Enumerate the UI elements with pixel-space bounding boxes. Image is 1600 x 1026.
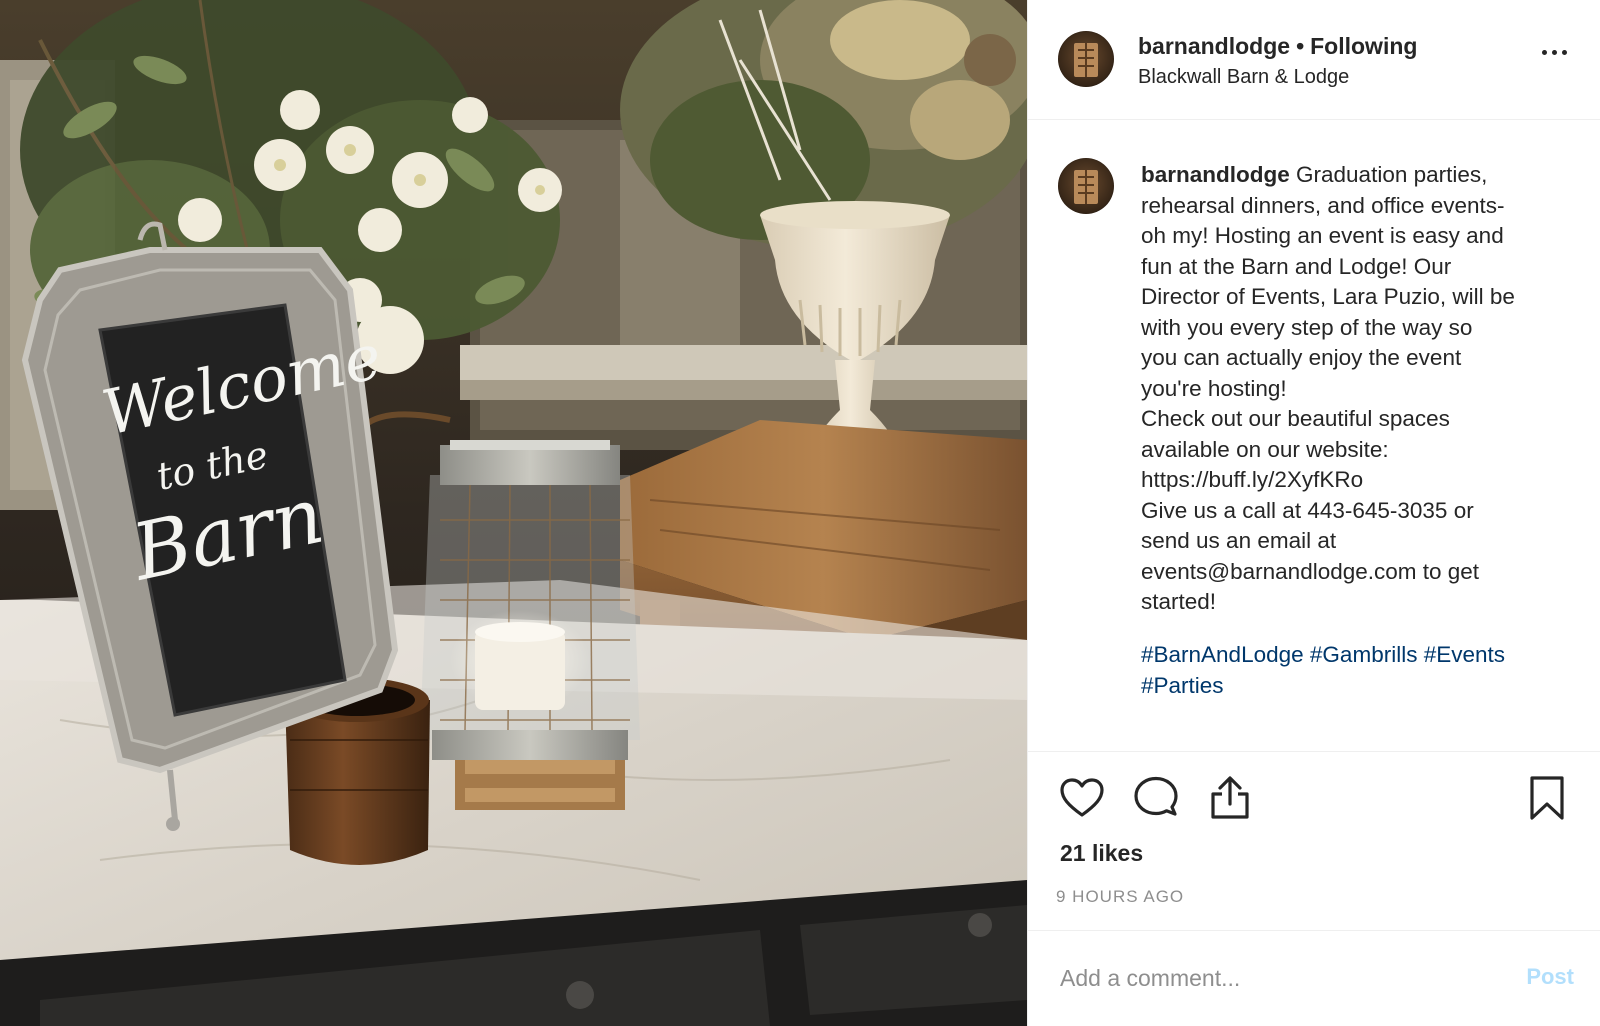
share-icon[interactable]	[1206, 774, 1254, 822]
comment-bar: Post	[1028, 930, 1600, 1026]
post-comment-button[interactable]: Post	[1526, 964, 1574, 990]
bookmark-icon[interactable]	[1523, 774, 1571, 822]
caption-text: barnandlodge Graduation parties, rehears…	[1141, 160, 1561, 618]
comment-icon[interactable]	[1132, 774, 1180, 822]
caption-avatar[interactable]	[1058, 158, 1114, 214]
hashtag-link[interactable]: #Events	[1424, 642, 1505, 667]
hashtag-link[interactable]: #Parties	[1141, 673, 1224, 698]
more-options-icon[interactable]	[1542, 40, 1572, 64]
heart-icon[interactable]	[1058, 774, 1106, 822]
following-button[interactable]: Following	[1310, 33, 1417, 59]
photo-illustration: Welcome to the Barn	[0, 0, 1027, 1026]
likes-count[interactable]: 21 likes	[1060, 840, 1143, 867]
caption-username[interactable]: barnandlodge	[1141, 162, 1290, 187]
caption-body: Graduation parties, rehearsal dinners, a…	[1141, 162, 1515, 614]
hashtag-link[interactable]: #BarnAndLodge	[1141, 642, 1304, 667]
avatar[interactable]	[1058, 31, 1114, 87]
username-link[interactable]: barnandlodge	[1138, 33, 1290, 59]
header-username-line: barnandlodge • Following	[1138, 33, 1417, 60]
hashtag-list: #BarnAndLodge #Gambrills #Events #Partie…	[1141, 640, 1561, 701]
caption-section: barnandlodge Graduation parties, rehears…	[1028, 120, 1600, 752]
action-bar	[1028, 752, 1600, 842]
separator-dot: •	[1296, 33, 1305, 59]
comment-input[interactable]	[1058, 955, 1482, 1001]
post-header: barnandlodge • Following Blackwall Barn & …	[1028, 0, 1600, 120]
hashtag-link[interactable]: #Gambrills	[1310, 642, 1418, 667]
post-photo[interactable]: Welcome to the Barn	[0, 0, 1027, 1026]
location-link[interactable]: Blackwall Barn & Lodge	[1138, 66, 1349, 89]
post-view: Welcome to the Barn barnandlodge • Followi…	[0, 0, 1600, 1026]
post-sidebar: barnandlodge • Following Blackwall Barn & …	[1027, 0, 1600, 1026]
post-timestamp[interactable]: 9 HOURS AGO	[1056, 887, 1184, 907]
